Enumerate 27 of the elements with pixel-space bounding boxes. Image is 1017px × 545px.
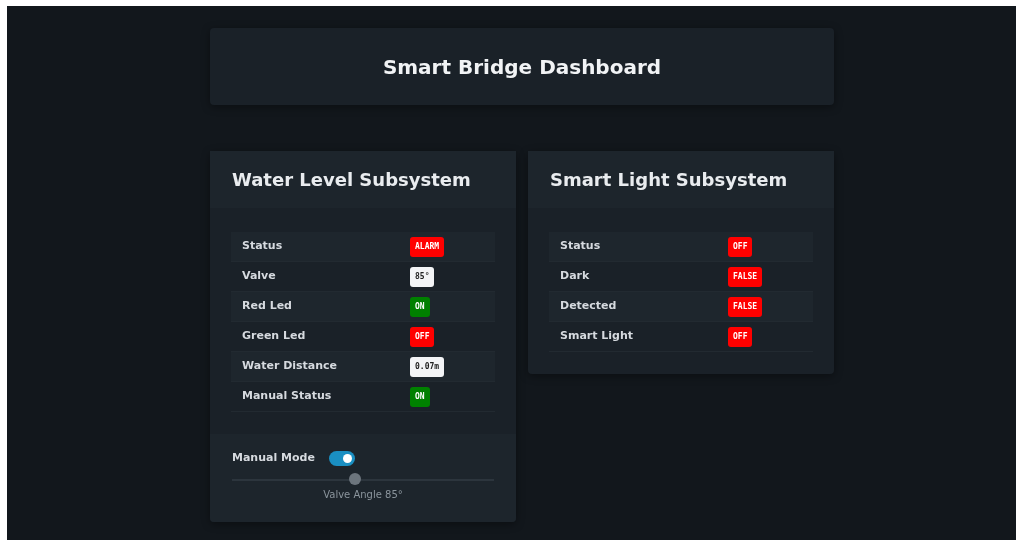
row-label: Manual Status <box>242 388 333 405</box>
row-label: Smart Light <box>560 328 635 345</box>
panel-title: Water Level Subsystem <box>232 168 471 192</box>
toggle-label: Manual Mode <box>232 450 315 466</box>
row-label: Dark <box>560 268 591 285</box>
value-tag: ALARM <box>410 236 445 257</box>
slider-thumb[interactable] <box>349 472 362 485</box>
row-label: Red Led <box>242 298 293 315</box>
row-label: Status <box>242 238 284 255</box>
value-tag: OFF <box>410 326 435 347</box>
value-tag: ON <box>410 386 430 407</box>
value-tag: FALSE <box>728 296 763 317</box>
panel-title: Smart Light Subsystem <box>550 168 788 192</box>
value-tag: OFF <box>728 326 753 347</box>
row-label: Green Led <box>242 328 307 345</box>
value-tag: FALSE <box>728 266 763 287</box>
value-tag: ON <box>410 296 430 317</box>
value-tag: 0.07m <box>410 356 445 377</box>
value-tag: OFF <box>728 236 753 257</box>
row-label: Detected <box>560 298 618 315</box>
toggle-switch[interactable] <box>328 450 355 466</box>
row-label: Valve <box>242 268 277 285</box>
slider-caption: Valve Angle 85° <box>322 487 404 502</box>
row-label: Status <box>560 238 602 255</box>
row-label: Water Distance <box>242 358 339 375</box>
value-tag: 85° <box>410 266 435 287</box>
dashboard-title: Smart Bridge Dashboard <box>382 54 662 79</box>
